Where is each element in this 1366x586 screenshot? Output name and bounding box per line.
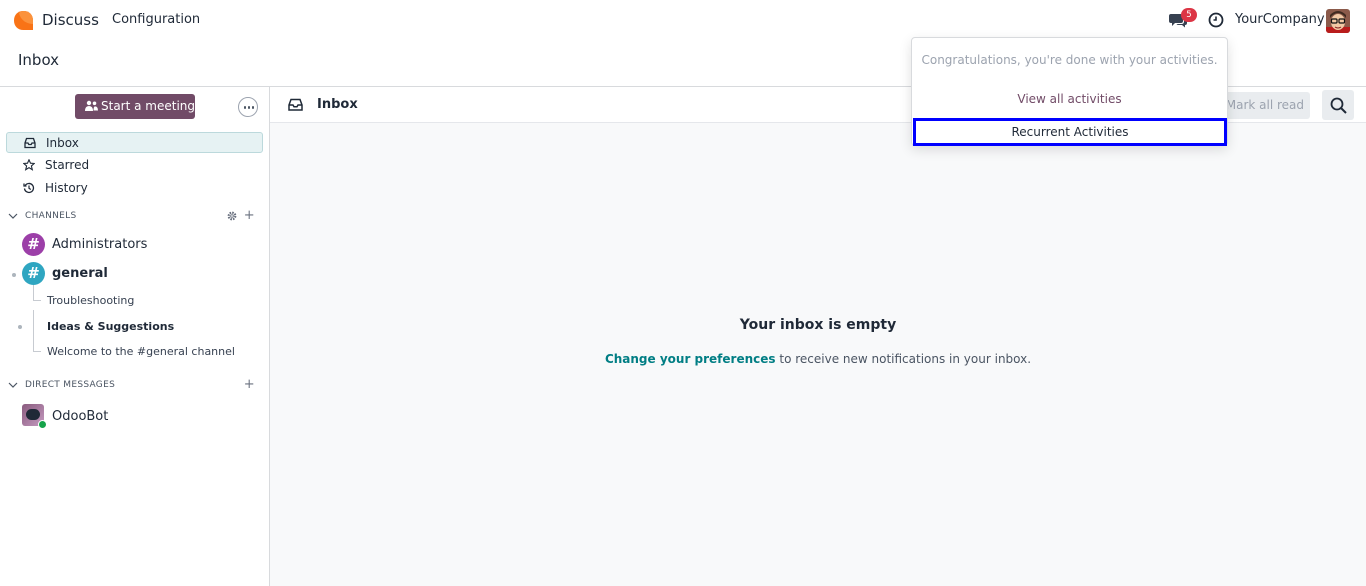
gear-icon[interactable]: [227, 211, 237, 221]
history-icon: [23, 182, 35, 194]
channel-label: general: [52, 266, 108, 281]
inbox-icon: [24, 137, 36, 149]
thread-title: Inbox: [317, 97, 358, 112]
search-icon: [1330, 97, 1347, 114]
discuss-sidebar: Start a meeting Inbox Starred History CH…: [0, 87, 270, 586]
sidebar-item-label: History: [45, 181, 88, 195]
user-avatar-image: [1326, 9, 1350, 33]
page-title: Inbox: [18, 51, 60, 69]
empty-inbox-title: Your inbox is empty: [739, 317, 897, 333]
thread-tree-line: [33, 285, 41, 301]
channels-header: CHANNELS: [25, 211, 77, 221]
recurrent-activities-button[interactable]: Recurrent Activities: [913, 118, 1227, 146]
top-navbar: Discuss Configuration 5 YourCompany: [0, 0, 1366, 41]
no-activities-message: Congratulations, you're done with your a…: [921, 53, 1218, 67]
user-avatar[interactable]: [1326, 9, 1350, 33]
activity-clock-icon[interactable]: [1208, 12, 1224, 28]
add-direct-message-icon[interactable]: +: [244, 378, 255, 391]
app-name[interactable]: Discuss: [42, 11, 99, 29]
view-all-activities-link[interactable]: View all activities: [912, 92, 1227, 106]
direct-message-label: OdooBot: [52, 409, 109, 424]
thread-label: Ideas & Suggestions: [47, 320, 175, 333]
sidebar-item-history[interactable]: History: [6, 178, 263, 199]
menu-configuration[interactable]: Configuration: [112, 12, 200, 27]
direct-messages-header: DIRECT MESSAGES: [25, 380, 116, 390]
discuss-app-icon[interactable]: [13, 10, 34, 31]
users-icon: [85, 100, 98, 111]
inbox-icon: [288, 98, 303, 111]
chevron-down-icon: [8, 213, 18, 219]
start-meeting-label: Start a meeting: [101, 99, 196, 113]
odoobot-avatar[interactable]: [22, 404, 47, 429]
start-meeting-button[interactable]: Start a meeting: [75, 94, 195, 119]
channel-label: Administrators: [52, 237, 148, 252]
mark-all-read-button[interactable]: Mark all read: [1224, 92, 1310, 119]
search-button[interactable]: [1322, 90, 1354, 120]
thread-label: Troubleshooting: [47, 294, 135, 307]
thread-view: Inbox Mark all read Your inbox is empty …: [270, 87, 1366, 586]
direct-messages-category[interactable]: DIRECT MESSAGES +: [8, 378, 263, 394]
change-preferences-link[interactable]: Change your preferences: [605, 352, 776, 366]
thread-tree-line: [33, 310, 41, 327]
empty-inbox-text: to receive new notifications in your inb…: [775, 352, 1032, 366]
channel-hash-icon: #: [22, 262, 45, 285]
sidebar-item-label: Starred: [45, 158, 90, 172]
sidebar-item-starred[interactable]: Starred: [6, 155, 263, 176]
channels-category[interactable]: CHANNELS +: [8, 209, 263, 225]
unread-dot: [12, 273, 16, 277]
bot-face-icon: [26, 409, 40, 420]
thread-label: Welcome to the #general channel: [47, 345, 235, 358]
empty-inbox-message: Change your preferences to receive new n…: [270, 352, 1366, 366]
sidebar-item-label: Inbox: [46, 136, 79, 150]
chevron-down-icon: [8, 382, 18, 388]
company-switcher[interactable]: YourCompany: [1235, 12, 1325, 27]
add-channel-icon[interactable]: +: [244, 209, 255, 222]
thread-tree-line: [33, 327, 41, 352]
more-options-button[interactable]: [238, 97, 258, 117]
messages-count-badge: 5: [1181, 8, 1197, 22]
sidebar-item-inbox[interactable]: Inbox: [6, 132, 263, 153]
online-status-icon: [38, 420, 47, 429]
star-icon: [23, 159, 35, 171]
unread-dot: [18, 325, 22, 329]
activity-dropdown: Congratulations, you're done with your a…: [911, 37, 1228, 146]
channel-hash-icon: #: [22, 233, 45, 256]
